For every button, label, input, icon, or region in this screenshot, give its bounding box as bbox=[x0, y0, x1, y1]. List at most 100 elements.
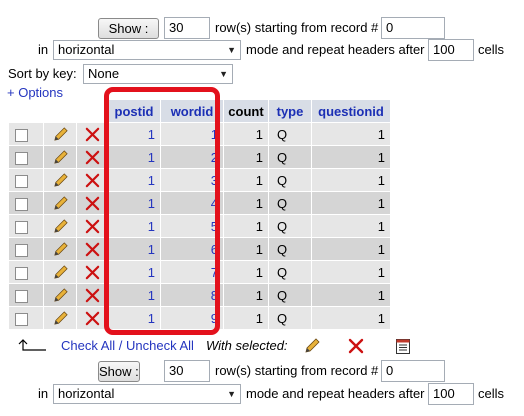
edit-cell[interactable] bbox=[44, 146, 76, 168]
delete-x-icon[interactable] bbox=[85, 126, 100, 142]
headers-input-bottom[interactable]: 100 bbox=[428, 383, 474, 405]
row-checkbox[interactable] bbox=[15, 243, 28, 257]
cell-count: 1 bbox=[224, 169, 268, 191]
cell-count: 1 bbox=[224, 238, 268, 260]
chevron-down-icon: ▼ bbox=[227, 45, 236, 55]
cell-questionid: 1 bbox=[312, 169, 390, 191]
edit-cell[interactable] bbox=[44, 284, 76, 306]
delete-cell[interactable] bbox=[77, 215, 107, 237]
pencil-icon[interactable] bbox=[303, 337, 321, 355]
row-checkbox-cell[interactable] bbox=[9, 192, 43, 214]
delete-x-icon[interactable] bbox=[348, 338, 364, 354]
cell-type: Q bbox=[269, 123, 311, 145]
rows-input-top[interactable]: 30 bbox=[164, 17, 210, 39]
cell-count: 1 bbox=[224, 123, 268, 145]
pencil-icon[interactable] bbox=[52, 125, 69, 141]
row-checkbox[interactable] bbox=[15, 220, 28, 234]
export-icon[interactable] bbox=[395, 337, 411, 355]
row-checkbox-cell[interactable] bbox=[9, 169, 43, 191]
edit-cell[interactable] bbox=[44, 238, 76, 260]
edit-cell[interactable] bbox=[44, 307, 76, 329]
show-button-top[interactable]: Show : bbox=[98, 18, 159, 39]
cells-label-top: cells bbox=[478, 42, 505, 57]
header-edit-spacer bbox=[44, 100, 76, 122]
delete-cell[interactable] bbox=[77, 146, 107, 168]
cell-questionid: 1 bbox=[312, 261, 390, 283]
row-checkbox[interactable] bbox=[15, 312, 28, 326]
cell-type: Q bbox=[269, 215, 311, 237]
edit-cell[interactable] bbox=[44, 169, 76, 191]
mode-select-bottom[interactable]: horizontal ▼ bbox=[53, 384, 241, 404]
cell-type: Q bbox=[269, 238, 311, 260]
chevron-down-icon: ▼ bbox=[227, 389, 236, 399]
pencil-icon[interactable] bbox=[52, 286, 69, 302]
sort-select[interactable]: None ▼ bbox=[83, 64, 233, 84]
column-header-questionid[interactable]: questionid bbox=[312, 100, 390, 122]
row-checkbox-cell[interactable] bbox=[9, 261, 43, 283]
edit-cell[interactable] bbox=[44, 192, 76, 214]
pencil-icon[interactable] bbox=[52, 148, 69, 164]
cell-type: Q bbox=[269, 261, 311, 283]
cell-type: Q bbox=[269, 307, 311, 329]
cell-type: Q bbox=[269, 284, 311, 306]
mode-select-top[interactable]: horizontal ▼ bbox=[53, 40, 241, 60]
delete-x-icon[interactable] bbox=[85, 310, 100, 326]
delete-cell[interactable] bbox=[77, 307, 107, 329]
cell-count: 1 bbox=[224, 261, 268, 283]
delete-cell[interactable] bbox=[77, 238, 107, 260]
delete-x-icon[interactable] bbox=[85, 264, 100, 280]
sort-select-value: None bbox=[88, 66, 120, 81]
headers-input-top[interactable]: 100 bbox=[428, 39, 474, 61]
row-checkbox[interactable] bbox=[15, 151, 28, 165]
cell-questionid: 1 bbox=[312, 215, 390, 237]
pencil-icon[interactable] bbox=[52, 217, 69, 233]
delete-cell[interactable] bbox=[77, 123, 107, 145]
row-checkbox-cell[interactable] bbox=[9, 215, 43, 237]
column-header-count[interactable]: count bbox=[224, 100, 268, 122]
pencil-icon[interactable] bbox=[52, 194, 69, 210]
rows-input-bottom[interactable]: 30 bbox=[164, 360, 210, 382]
cell-count: 1 bbox=[224, 307, 268, 329]
delete-x-icon[interactable] bbox=[85, 172, 100, 188]
edit-cell[interactable] bbox=[44, 261, 76, 283]
cell-count: 1 bbox=[224, 215, 268, 237]
red-highlight-box bbox=[104, 87, 220, 335]
row-checkbox[interactable] bbox=[15, 266, 28, 280]
edit-cell[interactable] bbox=[44, 215, 76, 237]
delete-cell[interactable] bbox=[77, 261, 107, 283]
delete-x-icon[interactable] bbox=[85, 241, 100, 257]
pencil-icon[interactable] bbox=[52, 309, 69, 325]
mode-select-value: horizontal bbox=[58, 42, 115, 57]
delete-cell[interactable] bbox=[77, 192, 107, 214]
check-all-link[interactable]: Check All / Uncheck All bbox=[61, 338, 194, 354]
delete-x-icon[interactable] bbox=[85, 218, 100, 234]
delete-x-icon[interactable] bbox=[85, 149, 100, 165]
delete-cell[interactable] bbox=[77, 284, 107, 306]
pencil-icon[interactable] bbox=[52, 263, 69, 279]
row-checkbox-cell[interactable] bbox=[9, 284, 43, 306]
row-checkbox[interactable] bbox=[15, 174, 28, 188]
pencil-icon[interactable] bbox=[52, 240, 69, 256]
delete-x-icon[interactable] bbox=[85, 195, 100, 211]
row-checkbox-cell[interactable] bbox=[9, 146, 43, 168]
rows-label-top: row(s) starting from record # bbox=[215, 20, 379, 35]
row-checkbox[interactable] bbox=[15, 128, 28, 142]
record-input-top[interactable]: 0 bbox=[381, 17, 445, 39]
pencil-icon[interactable] bbox=[52, 171, 69, 187]
cell-type: Q bbox=[269, 169, 311, 191]
header-checkbox-spacer bbox=[9, 100, 43, 122]
delete-cell[interactable] bbox=[77, 169, 107, 191]
row-checkbox-cell[interactable] bbox=[9, 307, 43, 329]
cells-label-bottom: cells bbox=[478, 386, 505, 401]
row-checkbox[interactable] bbox=[15, 289, 28, 303]
mode-select-value: horizontal bbox=[58, 386, 115, 401]
record-input-bottom[interactable]: 0 bbox=[381, 360, 445, 382]
delete-x-icon[interactable] bbox=[85, 287, 100, 303]
row-checkbox[interactable] bbox=[15, 197, 28, 211]
show-button-bottom[interactable]: Show : bbox=[98, 361, 140, 382]
column-header-type[interactable]: type bbox=[269, 100, 311, 122]
edit-cell[interactable] bbox=[44, 123, 76, 145]
row-checkbox-cell[interactable] bbox=[9, 238, 43, 260]
cell-count: 1 bbox=[224, 192, 268, 214]
row-checkbox-cell[interactable] bbox=[9, 123, 43, 145]
